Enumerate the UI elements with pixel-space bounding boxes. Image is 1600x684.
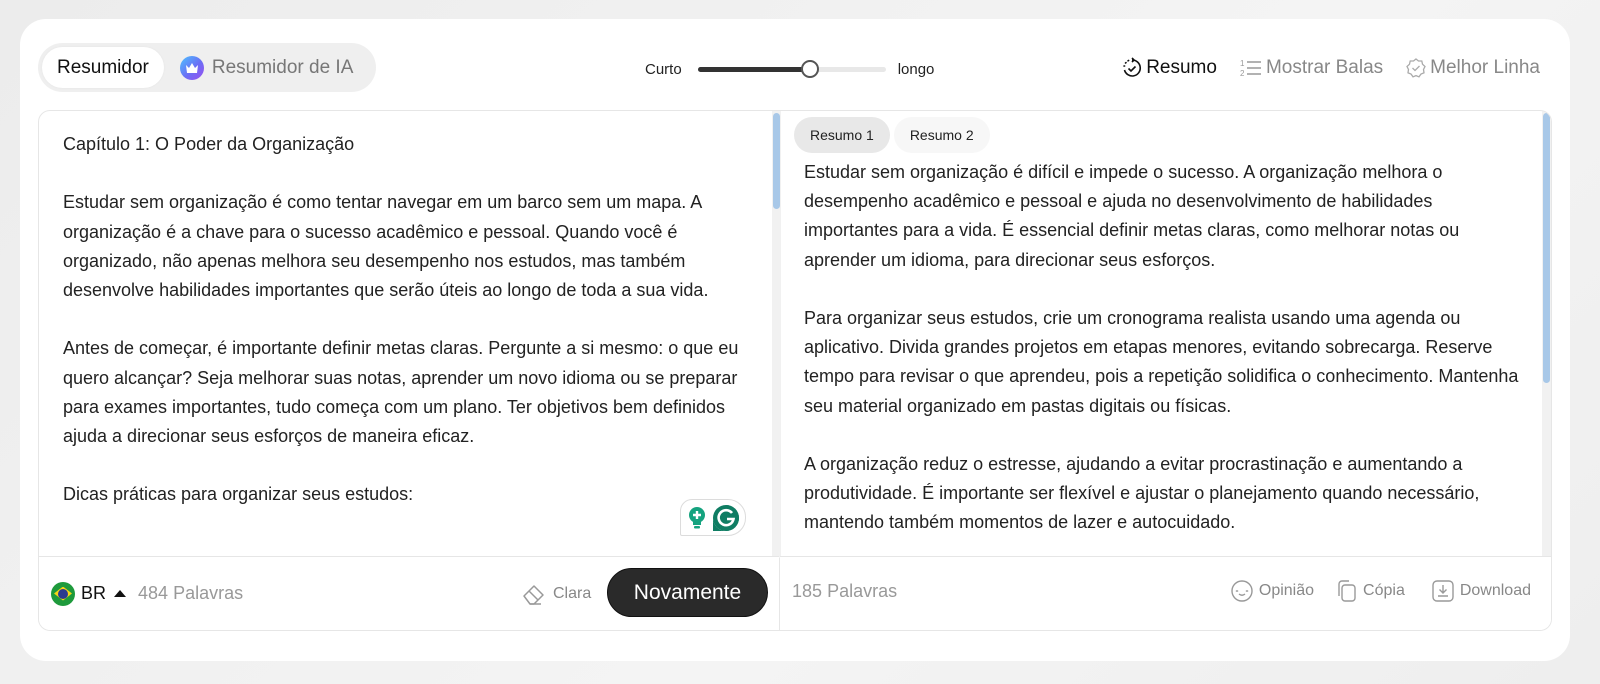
output-text-area: Estudar sem organização é difícil e impe… [780, 111, 1551, 558]
feedback-label: Opinião [1258, 582, 1315, 599]
input-text-area[interactable]: Capítulo 1: O Poder da Organização Estud… [39, 111, 772, 558]
input-paragraph: Dicas práticas para organizar seus estud… [63, 484, 414, 505]
output-paragraph: Para organizar seus estudos, crie um cro… [804, 308, 1519, 416]
show-bullets-button[interactable]: 1 2 Mostrar Balas [1239, 57, 1383, 79]
smiley-icon [1231, 580, 1253, 602]
download-button[interactable]: Download [1431, 579, 1531, 603]
input-panel: Capítulo 1: O Poder da Organização Estud… [39, 111, 781, 630]
badge-check-icon [1406, 58, 1426, 78]
download-icon [1432, 580, 1454, 602]
copy-button[interactable]: Cópia [1334, 579, 1405, 603]
language-label: BR [81, 583, 107, 603]
summarize-again-button[interactable]: Novamente [607, 568, 768, 617]
copy-label: Cópia [1363, 582, 1405, 599]
brazil-flag-icon [51, 581, 75, 606]
resumo-mode-button[interactable]: Resumo [1121, 57, 1217, 79]
svg-text:1: 1 [1240, 59, 1245, 68]
length-min-label: Curto [645, 60, 682, 78]
copy-icon [1338, 580, 1356, 602]
tab-resumo-2[interactable]: Resumo 2 [893, 117, 990, 153]
best-line-button[interactable]: Melhor Linha [1405, 57, 1540, 79]
mode-tab-label: Resumidor de IA [211, 56, 354, 78]
output-scrollbar[interactable] [1542, 111, 1551, 558]
svg-text:2: 2 [1240, 69, 1245, 78]
output-word-count-label: Palavras [827, 581, 898, 601]
language-selector[interactable]: BR [39, 581, 127, 606]
output-word-count: 185 Palavras [792, 581, 897, 602]
mode-tab-label: Resumidor [57, 56, 149, 78]
best-line-label: Melhor Linha [1430, 57, 1540, 78]
feedback-button[interactable]: Opinião [1230, 579, 1314, 603]
input-word-count-label: Palavras [173, 583, 244, 603]
timer-check-icon [1123, 57, 1142, 77]
caret-up-icon [114, 590, 127, 597]
mode-tab-resumidor[interactable]: Resumidor [42, 47, 164, 88]
output-panel: Resumo 1 Resumo 2 Estudar sem organizaçã… [780, 111, 1551, 630]
output-scroll-thumb[interactable] [1543, 113, 1550, 383]
grammarly-widget[interactable] [680, 499, 746, 536]
clear-label: Clara [553, 585, 592, 602]
summarizer-card: Resumidor Resumidor de IA Curto longo Re… [20, 19, 1570, 661]
grammarly-icon [713, 504, 739, 531]
output-footer: 185 Palavras Opinião Cópia Download [780, 556, 1551, 630]
input-paragraph: Estudar sem organização é como tentar na… [63, 192, 709, 300]
length-max-label: longo [897, 60, 935, 78]
output-mode-actions: Resumo 1 2 Mostrar Balas Melhor Linha [1121, 55, 1540, 81]
crown-icon [179, 55, 204, 80]
slider-thumb[interactable] [801, 60, 820, 78]
numbered-list-icon: 1 2 [1240, 59, 1261, 78]
input-paragraph: Capítulo 1: O Poder da Organização [63, 134, 355, 154]
summary-length-control: Curto longo [645, 57, 934, 81]
download-label: Download [1459, 582, 1531, 599]
editor-panels: Capítulo 1: O Poder da Organização Estud… [38, 110, 1552, 631]
output-paragraph: Estudar sem organização é difícil e impe… [804, 162, 1460, 270]
summary-tabs: Resumo 1 Resumo 2 [794, 117, 990, 153]
slider-fill [697, 67, 811, 72]
mode-toggle: Resumidor Resumidor de IA [38, 43, 376, 92]
eraser-icon [523, 585, 544, 605]
clear-button[interactable]: Clara [521, 581, 591, 607]
length-slider[interactable] [697, 59, 886, 79]
input-paragraph: Antes de começar, é importante definir m… [63, 338, 739, 446]
output-word-count-value: 185 [792, 581, 823, 601]
input-footer: BR 484 Palavras Clara Novamente [39, 556, 779, 630]
mode-tab-resumidor-ia[interactable]: Resumidor de IA [164, 47, 369, 88]
tab-resumo-1[interactable]: Resumo 1 [794, 117, 890, 153]
resumo-mode-label: Resumo [1146, 57, 1217, 78]
input-word-count: 484 Palavras [138, 583, 243, 604]
input-word-count-value: 484 [138, 583, 169, 603]
show-bullets-label: Mostrar Balas [1265, 57, 1384, 78]
lightbulb-icon [689, 506, 705, 528]
output-actions: Opinião Cópia Download [1230, 579, 1531, 603]
input-scroll-thumb[interactable] [773, 113, 780, 209]
output-paragraph: A organização reduz o estresse, ajudando… [804, 454, 1480, 533]
